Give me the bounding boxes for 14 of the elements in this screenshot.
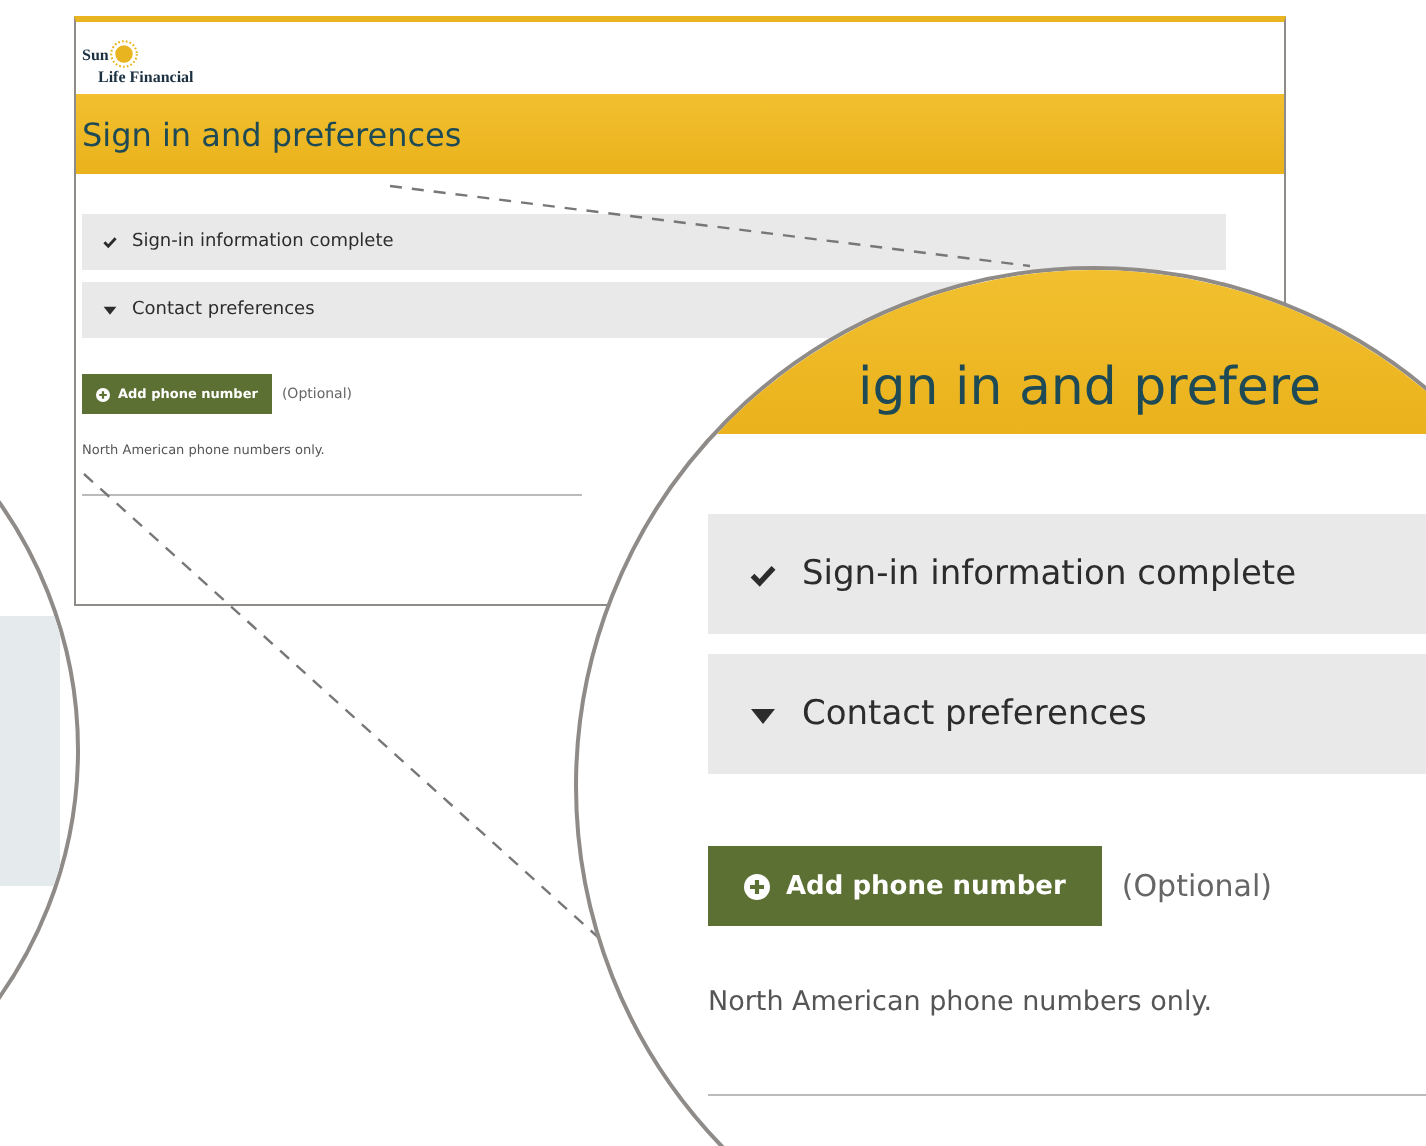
sun-logo-icon [110,40,139,68]
logo-text: Sun Life Financial [82,40,194,86]
accordion-header[interactable]: Sign-in information complete [82,214,1226,270]
optional-label: (Optional) [1121,868,1273,904]
accordion-header[interactable]: Sign-in information complete [708,514,1426,634]
help-text: North American phone numbers only. [708,986,1215,1018]
check-icon [102,234,118,250]
page-title: ign in and prefere [858,358,1321,418]
page-title: Sign in and preferences [82,115,462,153]
add-phone-button[interactable]: Add phone number [708,846,1102,926]
plus-circle-icon [744,873,770,899]
accordion-header[interactable]: Contact preferences [708,654,1426,774]
caret-down-icon [102,302,118,318]
plus-circle-icon [96,387,110,401]
